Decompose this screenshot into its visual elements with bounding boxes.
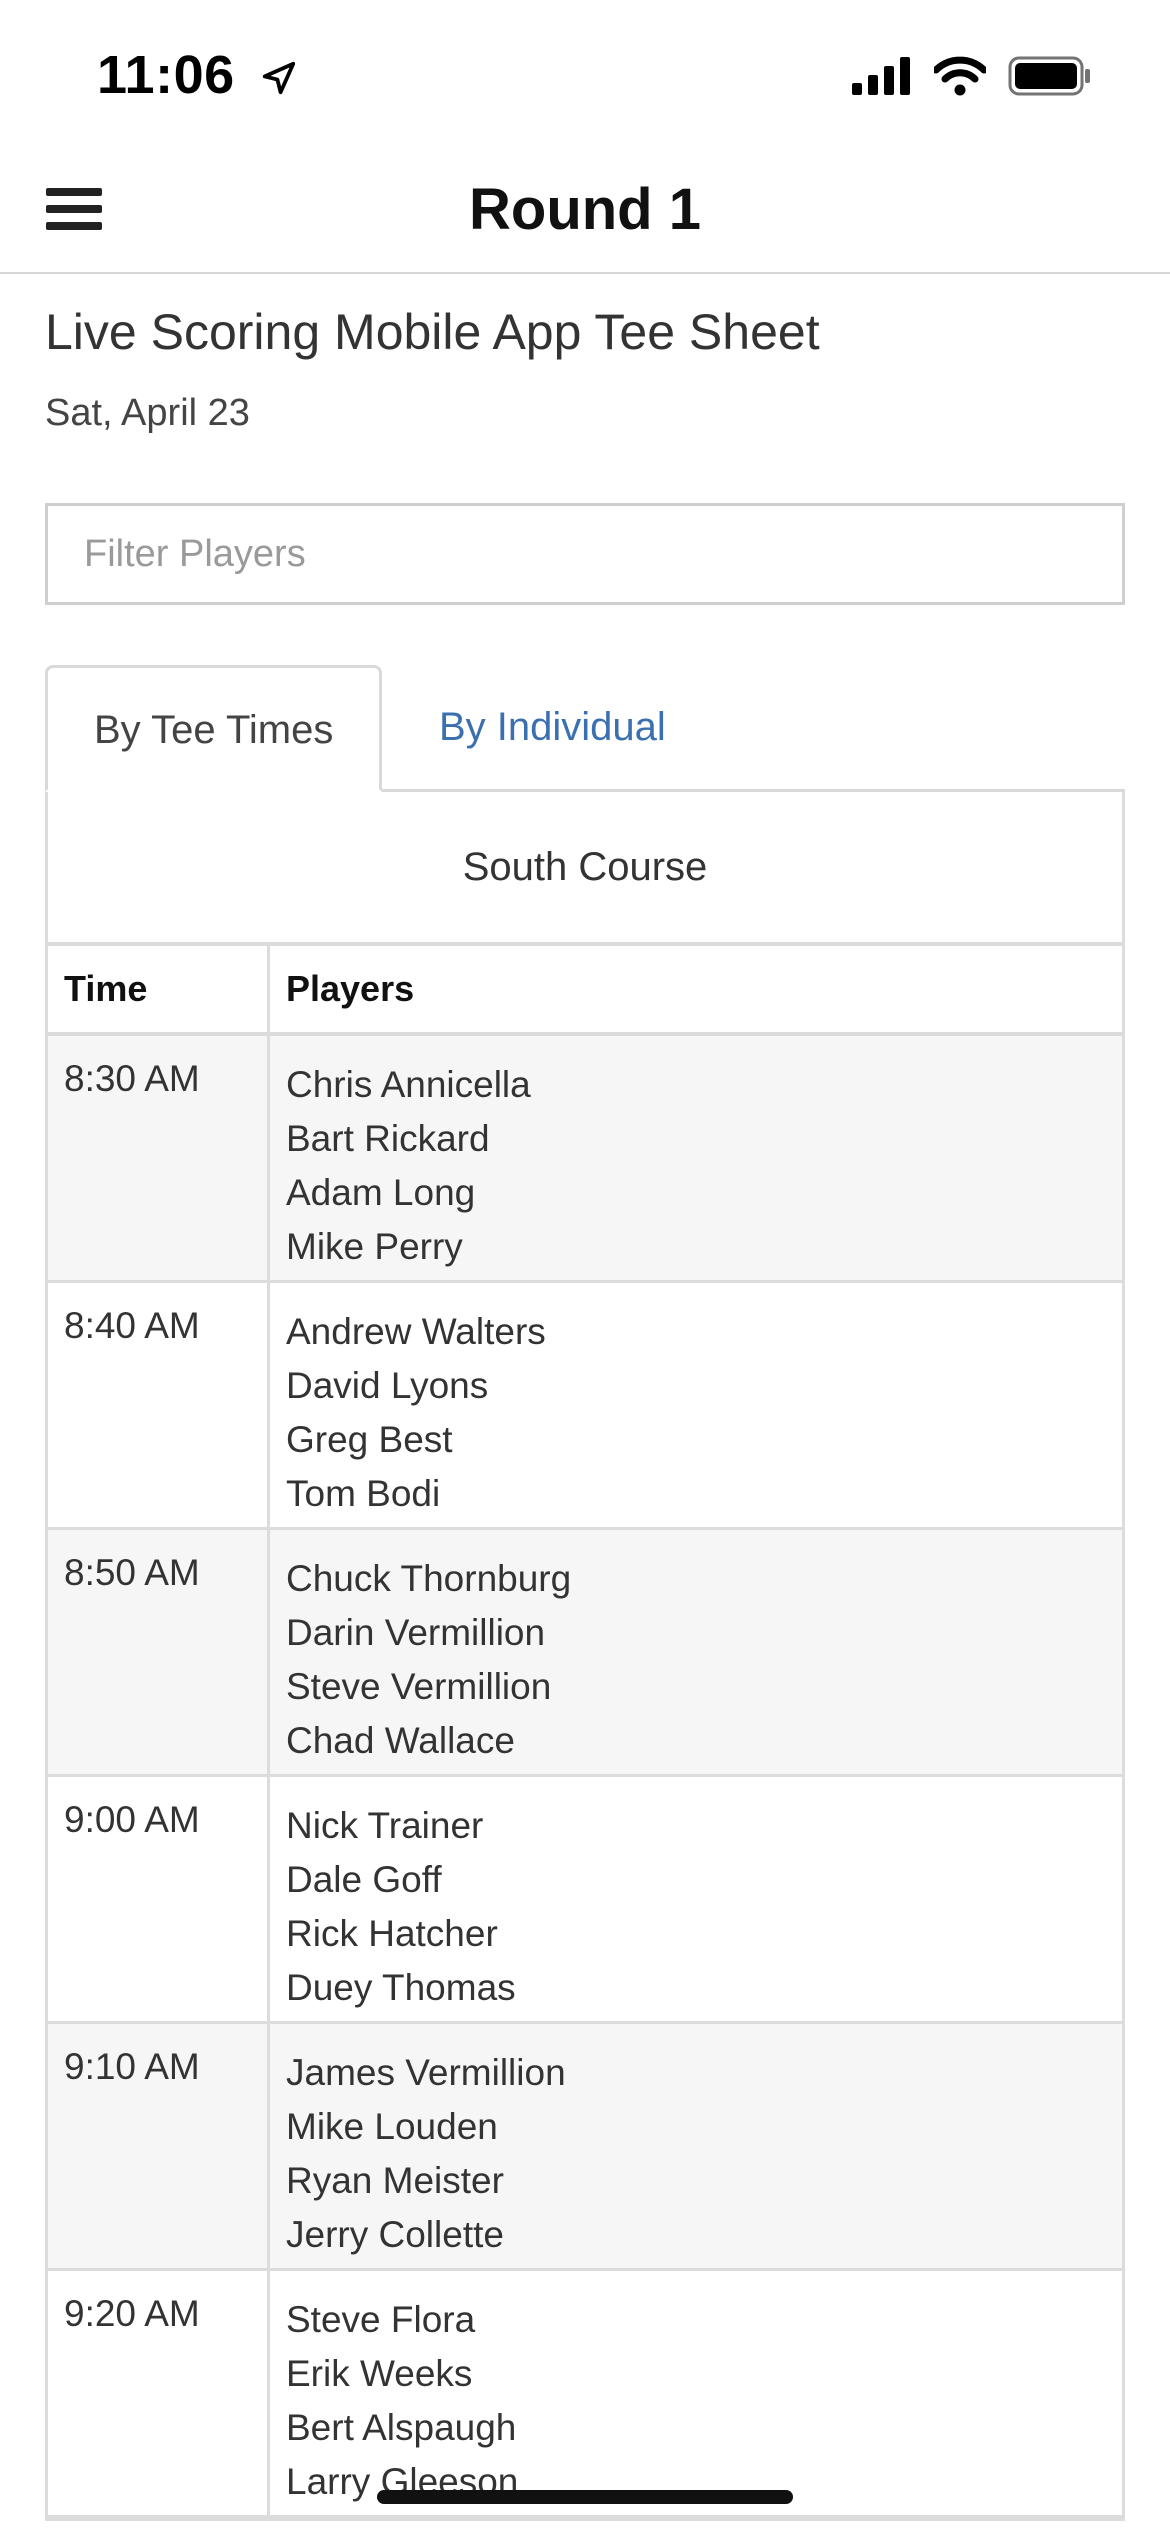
- player-name: Tom Bodi: [286, 1473, 441, 1514]
- filter-players-input[interactable]: [45, 503, 1125, 605]
- player-name: Steve Flora: [286, 2299, 476, 2340]
- player-name: Mike Perry: [286, 1226, 463, 1267]
- player-list: Chris Annicella Bart Rickard Adam Long M…: [270, 1036, 1122, 1280]
- cellular-signal-icon: [852, 57, 912, 100]
- status-time-text: 11:06: [97, 45, 235, 105]
- player-list: Nick Trainer Dale Goff Rick Hatcher Duey…: [270, 1777, 1122, 2021]
- player-name: Darin Vermillion: [286, 1612, 546, 1653]
- tee-time: 9:00 AM: [48, 1777, 270, 2021]
- player-name: James Vermillion: [286, 2052, 566, 2093]
- status-time: 11:06: [97, 44, 298, 110]
- home-indicator[interactable]: [377, 2490, 793, 2504]
- main-content: Live Scoring Mobile App Tee Sheet Sat, A…: [45, 274, 1125, 2521]
- player-name: Duey Thomas: [286, 1967, 516, 2008]
- tab-by-individual[interactable]: By Individual: [439, 665, 712, 789]
- player-name: Andrew Walters: [286, 1311, 546, 1352]
- table-row: 8:50 AM Chuck Thornburg Darin Vermillion…: [48, 1530, 1122, 1777]
- course-name: South Course: [48, 792, 1122, 946]
- player-list: Chuck Thornburg Darin Vermillion Steve V…: [270, 1530, 1122, 1774]
- table-row: 8:30 AM Chris Annicella Bart Rickard Ada…: [48, 1036, 1122, 1283]
- tee-time: 9:10 AM: [48, 2024, 270, 2268]
- status-icons: [852, 56, 1092, 101]
- table-header-row: Time Players: [48, 946, 1122, 1036]
- tee-time: 9:20 AM: [48, 2271, 270, 2515]
- player-name: Dale Goff: [286, 1859, 442, 1900]
- player-name: Nick Trainer: [286, 1805, 484, 1846]
- navbar: Round 1: [0, 150, 1170, 274]
- page-title: Live Scoring Mobile App Tee Sheet: [45, 304, 820, 360]
- player-name: Erik Weeks: [286, 2353, 473, 2394]
- player-name: Steve Vermillion: [286, 1666, 552, 1707]
- player-name: Rick Hatcher: [286, 1913, 498, 1954]
- wifi-icon: [932, 56, 988, 101]
- player-name: Ryan Meister: [286, 2160, 504, 2201]
- table-row: 9:20 AM Steve Flora Erik Weeks Bert Alsp…: [48, 2271, 1122, 2518]
- tab-by-tee-times[interactable]: By Tee Times: [45, 665, 383, 792]
- tee-time: 8:50 AM: [48, 1530, 270, 1774]
- status-bar: 11:06: [0, 0, 1170, 150]
- player-name: Chris Annicella: [286, 1064, 531, 1105]
- player-name: Chuck Thornburg: [286, 1558, 572, 1599]
- player-name: Mike Louden: [286, 2106, 498, 2147]
- player-name: Adam Long: [286, 1172, 476, 1213]
- tee-time: 8:30 AM: [48, 1036, 270, 1280]
- player-list: James Vermillion Mike Louden Ryan Meiste…: [270, 2024, 1122, 2268]
- location-arrow-icon: [260, 48, 298, 110]
- event-date: Sat, April 23: [45, 392, 250, 434]
- player-list: Andrew Walters David Lyons Greg Best Tom…: [270, 1283, 1122, 1527]
- tee-sheet-table: South Course Time Players 8:30 AM Chris …: [45, 792, 1125, 2521]
- view-tabs: By Tee Times By Individual: [45, 665, 1125, 792]
- page-header-title: Round 1: [469, 177, 701, 242]
- table-row: 9:00 AM Nick Trainer Dale Goff Rick Hatc…: [48, 1777, 1122, 2024]
- player-name: Chad Wallace: [286, 1720, 515, 1761]
- table-row: 9:10 AM James Vermillion Mike Louden Rya…: [48, 2024, 1122, 2271]
- player-name: Bart Rickard: [286, 1118, 490, 1159]
- player-name: Jerry Collette: [286, 2214, 504, 2255]
- player-name: David Lyons: [286, 1365, 489, 1406]
- tee-time: 8:40 AM: [48, 1283, 270, 1527]
- player-name: Bert Alspaugh: [286, 2407, 517, 2448]
- battery-icon: [1008, 56, 1092, 101]
- player-name: Greg Best: [286, 1419, 453, 1460]
- table-body: 8:30 AM Chris Annicella Bart Rickard Ada…: [48, 1036, 1122, 2518]
- player-list: Steve Flora Erik Weeks Bert Alspaugh Lar…: [270, 2271, 1122, 2515]
- table-row: 8:40 AM Andrew Walters David Lyons Greg …: [48, 1283, 1122, 1530]
- column-header-players: Players: [286, 968, 415, 1009]
- column-header-time: Time: [48, 946, 270, 1032]
